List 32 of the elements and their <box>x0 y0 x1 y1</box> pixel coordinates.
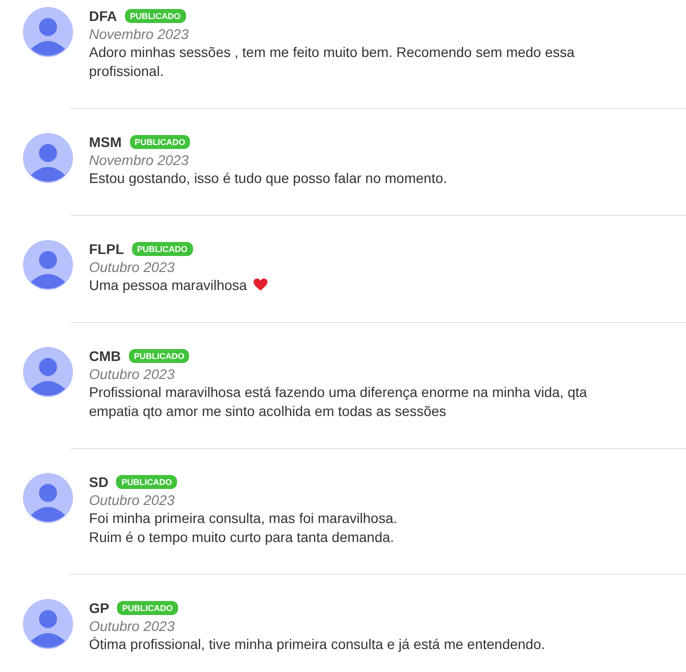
review-date: Outubro 2023 <box>89 491 176 509</box>
reviewer-name: MSM <box>89 134 122 150</box>
status-badge: PUBLICADO <box>130 135 190 149</box>
avatar-icon <box>23 473 73 523</box>
review-text: Uma pessoa maravilhosa <box>89 277 247 293</box>
reviewer-name: FLPL <box>89 241 124 257</box>
avatar-icon <box>23 7 73 57</box>
heart-icon <box>252 278 268 291</box>
review-text: Profissional maravilhosa está fazendo uma diferença enorme na minha vida, qta empatia qto amor me sinto acolhida em todas as sessões <box>89 384 588 419</box>
review-text: Ótima profissional, tive minha primeira consulta e já está me entendendo. <box>89 636 546 652</box>
status-badge: PUBLICADO <box>132 242 193 256</box>
status-badge: PUBLICADO <box>128 349 190 363</box>
review-date: Novembro 2023 <box>89 25 190 43</box>
review-date: Outubro 2023 <box>89 258 176 276</box>
status-badge: PUBLICADO <box>117 601 178 615</box>
avatar-icon <box>23 240 73 290</box>
review-date: Outubro 2023 <box>89 617 176 635</box>
avatar-icon <box>23 599 73 649</box>
avatar-icon <box>23 133 73 183</box>
review-text: Ruim é o tempo muito curto para tanta demanda. <box>89 529 394 545</box>
review-date: Novembro 2023 <box>89 151 190 169</box>
review-text: Estou gostando, isso é tudo que posso falar no momento. <box>89 170 448 186</box>
reviewer-name: GP <box>89 600 110 616</box>
reviewer-name: CMB <box>89 348 121 364</box>
review-text: Foi minha primeira consulta, mas foi maravilhosa. <box>89 510 398 526</box>
status-badge: PUBLICADO <box>125 9 186 23</box>
reviewer-name: DFA <box>89 8 117 24</box>
review-date: Outubro 2023 <box>89 365 176 383</box>
reviewer-name: SD <box>89 474 108 490</box>
avatar-icon <box>23 347 73 397</box>
review-text: Adoro minhas sessões , tem me feito muito bem. Recomendo sem medo essa profissional. <box>89 44 575 79</box>
status-badge: PUBLICADO <box>116 475 177 489</box>
